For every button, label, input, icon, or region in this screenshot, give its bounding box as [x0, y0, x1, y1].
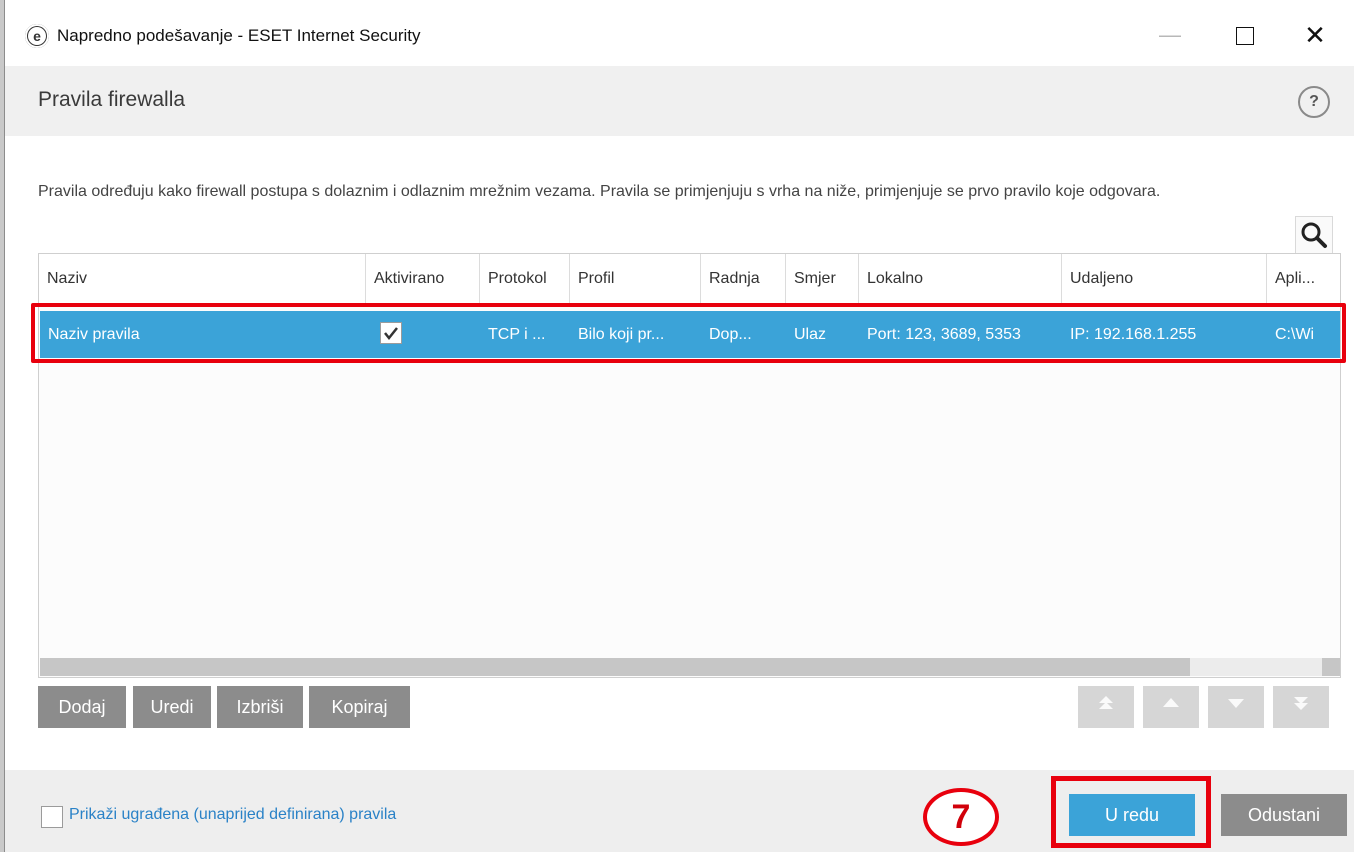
move-bottom-button[interactable]	[1273, 686, 1329, 728]
cancel-button[interactable]: Odustani	[1221, 794, 1347, 836]
show-builtin-label[interactable]: Prikaži ugrađena (unaprijed definirana) …	[69, 806, 396, 824]
close-button[interactable]: ✕	[1285, 10, 1345, 60]
scrollbar-end	[1322, 658, 1340, 676]
copy-button[interactable]: Kopiraj	[309, 686, 410, 728]
move-bottom-icon	[1294, 697, 1308, 710]
settings-window: e Napredno podešavanje - ESET Internet S…	[4, 0, 1354, 852]
delete-button[interactable]: Izbriši	[217, 686, 303, 728]
column-header-direction[interactable]: Smjer	[786, 254, 859, 303]
eset-logo-icon: e	[25, 24, 49, 48]
minimize-button[interactable]: —	[1140, 10, 1200, 60]
title-bar: e Napredno podešavanje - ESET Internet S…	[5, 0, 1354, 66]
horizontal-scrollbar[interactable]	[40, 658, 1340, 676]
step-number-badge: 7	[923, 788, 999, 846]
move-down-button[interactable]	[1208, 686, 1264, 728]
scrollbar-thumb[interactable]	[40, 658, 1190, 676]
help-icon[interactable]: ?	[1298, 86, 1330, 118]
search-button[interactable]	[1295, 216, 1333, 254]
selected-row-highlight	[31, 303, 1346, 363]
move-up-icon	[1163, 698, 1179, 707]
move-top-icon	[1099, 696, 1113, 709]
column-header-name[interactable]: Naziv	[39, 254, 366, 303]
add-button[interactable]: Dodaj	[38, 686, 126, 728]
column-header-application[interactable]: Apli...	[1267, 254, 1340, 303]
column-header-action[interactable]: Radnja	[701, 254, 786, 303]
table-header: Naziv Aktivirano Protokol Profil Radnja …	[39, 254, 1340, 304]
rules-description: Pravila određuju kako firewall postupa s…	[38, 183, 1161, 200]
maximize-button[interactable]	[1215, 10, 1275, 60]
show-builtin-checkbox[interactable]	[41, 806, 63, 828]
maximize-icon	[1236, 27, 1254, 46]
move-top-button[interactable]	[1078, 686, 1134, 728]
edit-button[interactable]: Uredi	[133, 686, 211, 728]
window-title: Napredno podešavanje - ESET Internet Sec…	[57, 26, 421, 45]
move-up-button[interactable]	[1143, 686, 1199, 728]
search-icon	[1301, 222, 1327, 248]
column-header-profile[interactable]: Profil	[570, 254, 701, 303]
ok-button[interactable]: U redu	[1069, 794, 1195, 836]
column-header-remote[interactable]: Udaljeno	[1062, 254, 1267, 303]
page-header: Pravila firewalla ?	[5, 66, 1354, 136]
page-title: Pravila firewalla	[38, 88, 186, 111]
move-down-icon	[1228, 699, 1244, 708]
column-header-local[interactable]: Lokalno	[859, 254, 1062, 303]
column-header-enabled[interactable]: Aktivirano	[366, 254, 480, 303]
column-header-protocol[interactable]: Protokol	[480, 254, 570, 303]
